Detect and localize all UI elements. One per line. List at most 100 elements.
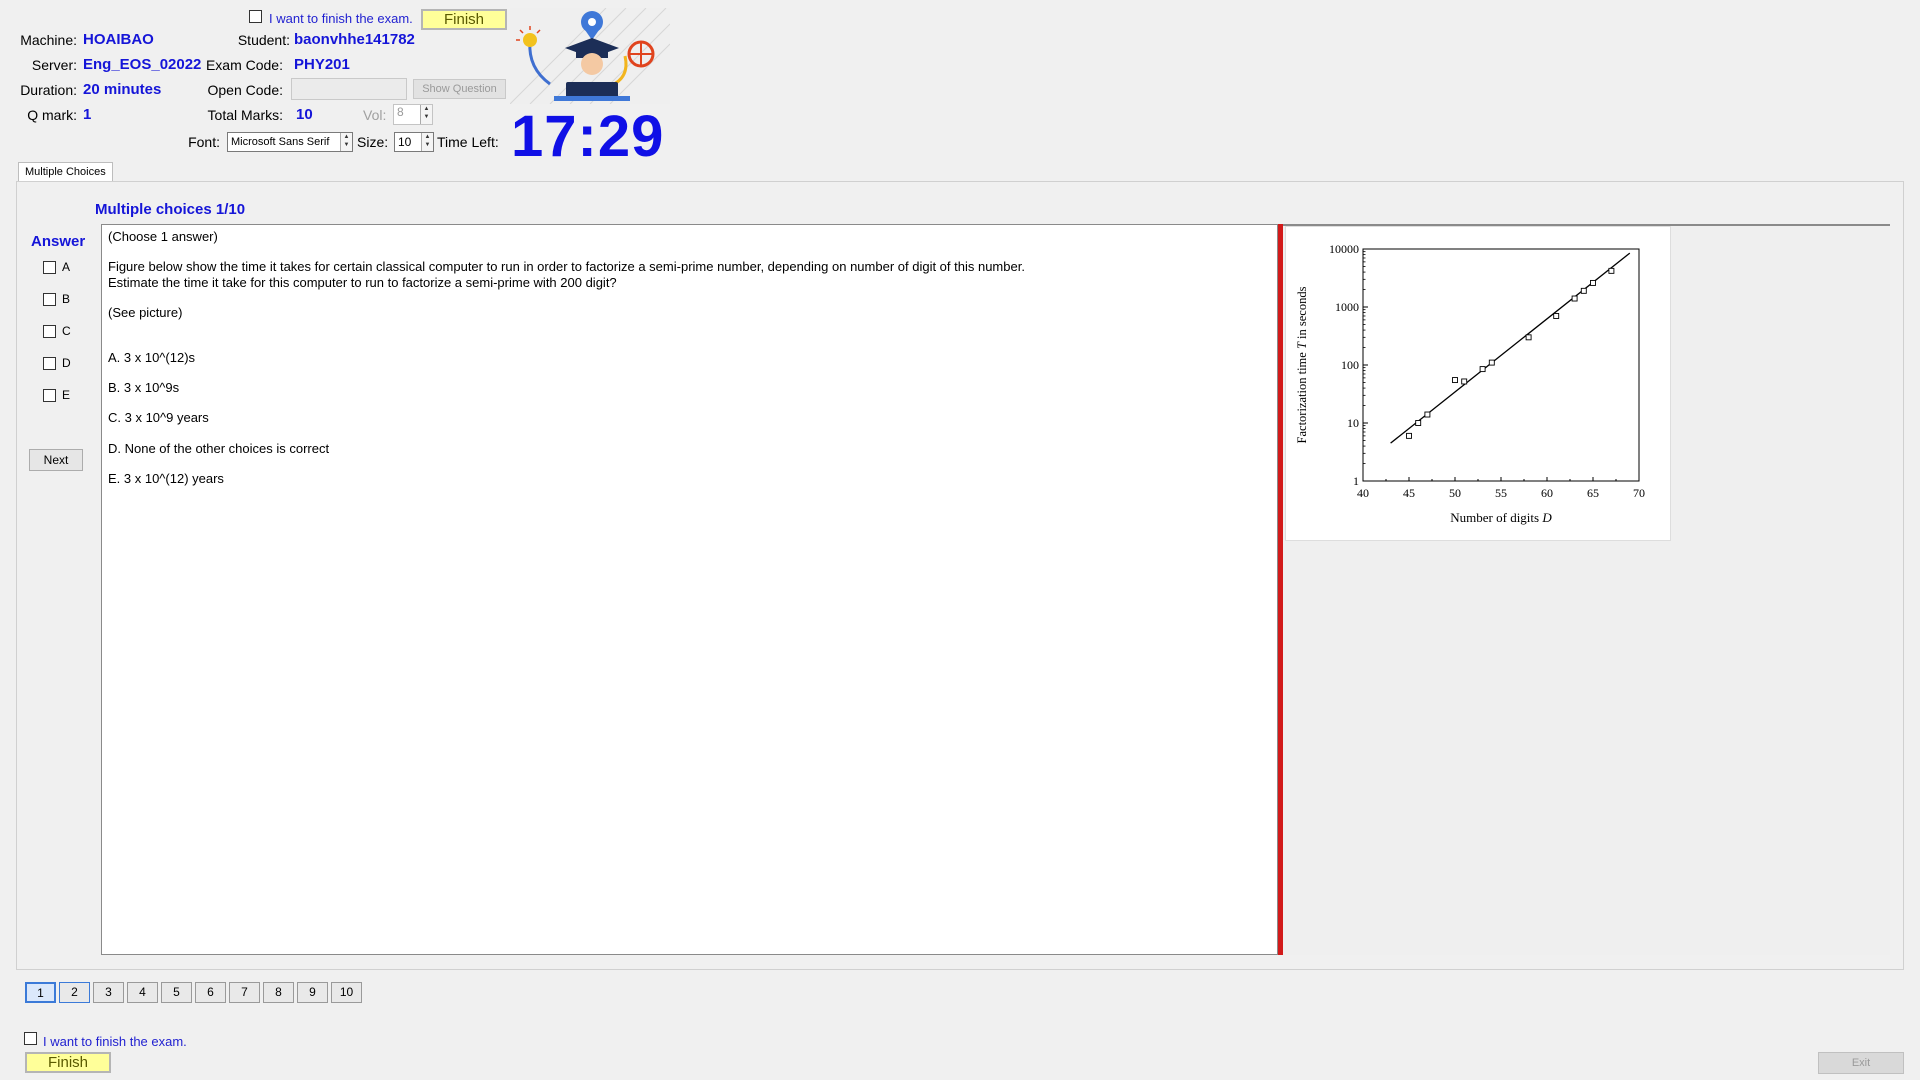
student-label: Student: — [237, 32, 290, 48]
data-point — [1525, 334, 1532, 341]
data-point — [1415, 420, 1422, 426]
finish-exam-check-label[interactable]: I want to finish the exam. — [269, 11, 413, 26]
show-question-button[interactable]: Show Question — [413, 79, 506, 99]
finish-button-bottom[interactable]: Finish — [25, 1052, 111, 1073]
data-point — [1488, 359, 1495, 366]
option-d-label: D — [62, 356, 71, 370]
question-figure: 40 45 50 55 60 65 70 1 10 100 1000 10000 Number of… — [1285, 226, 1671, 541]
x-tick-label: 60 — [1541, 486, 1553, 500]
x-tick-label: 55 — [1495, 486, 1507, 500]
data-point — [1571, 295, 1578, 302]
exam-code-value: PHY201 — [294, 56, 350, 73]
vol-value: 8 — [397, 105, 404, 119]
data-point — [1406, 432, 1412, 439]
size-label: Size: — [357, 134, 389, 150]
x-tick-label: 40 — [1357, 486, 1369, 500]
plot-frame — [1362, 248, 1640, 482]
size-value: 10 — [398, 135, 412, 149]
vol-spinner[interactable]: 8 ▲ ▼ — [393, 104, 433, 125]
time-left-label: Time Left: — [437, 134, 499, 150]
page-button-9[interactable]: 9 — [297, 982, 328, 1003]
option-d[interactable]: D — [43, 356, 71, 370]
duration-label: Duration: — [20, 82, 77, 98]
next-button[interactable]: Next — [29, 449, 83, 471]
exam-code-label: Exam Code: — [205, 57, 283, 73]
machine-label: Machine: — [20, 32, 77, 48]
finish-exam-checkbox-bottom[interactable] — [24, 1032, 37, 1048]
total-marks-label: Total Marks: — [207, 107, 283, 123]
font-label: Font: — [188, 134, 220, 150]
option-b-label: B — [62, 292, 71, 306]
x-tick-label: 70 — [1633, 486, 1645, 500]
font-spinner[interactable]: Microsoft Sans Serif ▲ ▼ — [227, 132, 353, 152]
choice-a-text: A. 3 x 10^(12)s — [108, 350, 196, 365]
choose-instruction: (Choose 1 answer) — [108, 229, 218, 244]
open-code-input[interactable] — [291, 78, 407, 100]
spin-arrows-icon[interactable]: ▲ ▼ — [421, 133, 433, 151]
option-d-checkbox[interactable] — [43, 356, 56, 370]
spin-arrows-icon[interactable]: ▲ ▼ — [340, 133, 352, 151]
page-button-3[interactable]: 3 — [93, 982, 124, 1003]
finish-button-top[interactable]: Finish — [421, 9, 507, 30]
y-axis-label: Factorization time T in seconds — [1295, 286, 1309, 443]
page-button-6[interactable]: 6 — [195, 982, 226, 1003]
page-button-2[interactable]: 2 — [59, 982, 90, 1003]
spin-arrows-icon[interactable]: ▲ ▼ — [420, 105, 432, 124]
see-picture-note: (See picture) — [108, 305, 183, 320]
answer-label: Answer — [31, 233, 86, 250]
finish-exam-checkbox[interactable] — [249, 10, 262, 26]
option-a[interactable]: A — [43, 260, 70, 274]
page-button-8[interactable]: 8 — [263, 982, 294, 1003]
choice-d-text: D. None of the other choices is correct — [108, 441, 330, 456]
option-b[interactable]: B — [43, 292, 70, 306]
x-tick-label: 50 — [1449, 486, 1461, 500]
y-tick-label: 10000 — [1329, 242, 1359, 256]
question-text-line-2: Estimate the time it take for this compu… — [108, 275, 617, 290]
data-point — [1580, 287, 1587, 294]
question-text-line-1: Figure below show the time it takes for … — [108, 259, 1025, 274]
option-e-checkbox[interactable] — [43, 388, 56, 402]
total-marks-value: 10 — [296, 106, 313, 123]
choice-c-text: C. 3 x 10^9 years — [108, 410, 209, 425]
y-tick-label: 10 — [1347, 416, 1359, 430]
factorization-chart: 40 45 50 55 60 65 70 1 10 100 1000 10000 Number of… — [1295, 242, 1645, 525]
question-text-box: (Choose 1 answer) Figure below show the … — [101, 224, 1278, 955]
option-a-checkbox[interactable] — [43, 260, 56, 274]
x-tick-label: 65 — [1587, 486, 1599, 500]
data-point — [1452, 377, 1458, 384]
question-pagination: 1 2 3 4 5 6 7 8 9 10 — [25, 982, 362, 1003]
data-point — [1461, 378, 1468, 385]
page-button-7[interactable]: 7 — [229, 982, 260, 1003]
open-code-label: Open Code: — [207, 82, 284, 98]
option-b-checkbox[interactable] — [43, 292, 56, 306]
y-tick-label: 1 — [1353, 474, 1359, 488]
data-point — [1479, 366, 1486, 373]
page-button-5[interactable]: 5 — [161, 982, 192, 1003]
x-tick-label: 45 — [1403, 486, 1415, 500]
font-value: Microsoft Sans Serif — [231, 136, 330, 148]
data-point — [1553, 313, 1560, 319]
x-axis-label: Number of digits D — [1450, 510, 1552, 525]
page-button-1[interactable]: 1 — [25, 982, 56, 1003]
choice-b-text: B. 3 x 10^9s — [108, 380, 180, 395]
option-c[interactable]: C — [43, 324, 71, 338]
tab-multiple-choices[interactable]: Multiple Choices — [18, 162, 113, 182]
exit-button[interactable]: Exit — [1818, 1052, 1904, 1074]
finish-exam-check-label-bottom[interactable]: I want to finish the exam. — [43, 1034, 187, 1049]
size-spinner[interactable]: 10 ▲ ▼ — [394, 132, 434, 152]
option-c-label: C — [62, 324, 71, 338]
duration-value: 20 minutes — [83, 81, 162, 98]
vol-label: Vol: — [363, 107, 387, 123]
option-e[interactable]: E — [43, 388, 70, 402]
page-button-4[interactable]: 4 — [127, 982, 158, 1003]
option-c-checkbox[interactable] — [43, 324, 56, 338]
data-point — [1608, 267, 1615, 274]
student-value: baonvhhe141782 — [294, 31, 415, 48]
option-e-label: E — [62, 388, 71, 402]
data-point — [1590, 279, 1596, 286]
y-tick-label: 1000 — [1335, 300, 1359, 314]
page-button-10[interactable]: 10 — [331, 982, 362, 1003]
machine-value: HOAIBAO — [83, 31, 154, 48]
question-header: Multiple choices 1/10 — [95, 201, 246, 218]
option-a-label: A — [62, 260, 71, 274]
